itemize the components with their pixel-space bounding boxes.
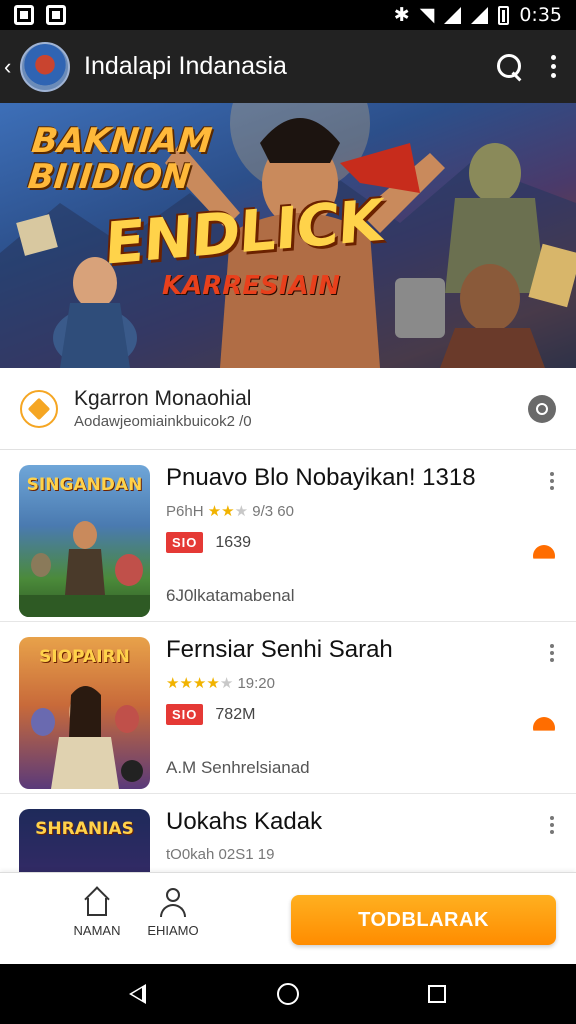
- app-title: Indalapi Indanasia: [84, 52, 287, 80]
- developer-text: Kgarron Monaohial Aodawjeomiainkbuicok2 …: [74, 387, 252, 430]
- list-item[interactable]: SIOPAIRN Fernsiar Senhi Sarah ★★★★★ 19:2…: [0, 622, 576, 794]
- person-icon: [158, 887, 188, 917]
- thumbnail-logo: SHRANIAS: [35, 819, 134, 839]
- item-more-icon[interactable]: [550, 472, 554, 490]
- notification-icon: [46, 5, 66, 25]
- app-bar: ‹ Indalapi Indanasia: [0, 30, 576, 103]
- primary-cta-button[interactable]: TODBLARAK: [291, 895, 556, 945]
- more-vert-icon[interactable]: [550, 55, 556, 78]
- system-home-icon[interactable]: [277, 983, 299, 1005]
- system-back-icon[interactable]: [129, 984, 146, 1004]
- game-title: Pnuavo Blo Nobayikan! 1318: [166, 464, 476, 491]
- item-more-icon[interactable]: [550, 816, 554, 834]
- status-right: ✱ ◥ 0:35: [394, 4, 562, 26]
- rating-label: P6hH: [166, 503, 204, 520]
- game-description: 6J0lkatamabenal: [166, 586, 295, 605]
- star-icon: ★: [221, 503, 235, 520]
- dev-logo-icon: [20, 389, 58, 428]
- game-rating: tO0kah 02S1 19: [166, 846, 274, 863]
- star-icon: ★: [179, 675, 193, 692]
- system-nav-bar: [0, 964, 576, 1024]
- status-badge: SIO: [166, 532, 204, 553]
- back-icon[interactable]: ‹: [4, 54, 18, 80]
- rating-label: tO0kah: [166, 846, 215, 863]
- home-icon: [83, 887, 111, 917]
- rating-value: 02S1 19: [218, 846, 275, 863]
- game-rating: ★★★★★ 19:20: [166, 674, 275, 692]
- game-thumbnail: SINGANDAN: [19, 465, 150, 617]
- game-thumbnail: SIOPAIRN: [19, 637, 150, 789]
- install-indicator-icon[interactable]: [533, 717, 555, 731]
- star-icon: ★: [234, 503, 249, 520]
- banner-tagline: BAKNIAM BIIIDION: [26, 121, 214, 197]
- star-icon: ★: [207, 503, 222, 520]
- tab-profile[interactable]: EHIAMO: [138, 887, 208, 938]
- banner-subtitle: KARRESIAIN: [162, 271, 341, 301]
- system-recents-icon[interactable]: [428, 985, 446, 1003]
- developer-subtitle: Aodawjeomiainkbuicok2 /0: [74, 413, 252, 430]
- app-avatar[interactable]: [20, 41, 70, 92]
- clock: 0:35: [519, 4, 562, 26]
- battery-icon: [498, 5, 510, 25]
- tab-home-label: NAMAN: [73, 923, 121, 938]
- tab-home[interactable]: NAMAN: [62, 887, 132, 938]
- notification-icon: [14, 5, 34, 25]
- game-title: Uokahs Kadak: [166, 808, 323, 835]
- file-size: 782M: [215, 705, 256, 723]
- game-description: A.M Senhrelsianad: [166, 758, 310, 777]
- rating-value: 19:20: [237, 675, 275, 692]
- game-title: Fernsiar Senhi Sarah: [166, 636, 393, 663]
- bluetooth-icon: ✱: [393, 4, 410, 26]
- hero-banner[interactable]: BAKNIAM BIIIDION ENDLICK KARRESIAIN: [0, 103, 576, 368]
- badge-row: SIO 1639: [166, 532, 251, 553]
- star-icon: ★: [206, 675, 220, 692]
- list-item[interactable]: SINGANDAN Pnuavo Blo Nobayikan! 1318 P6h…: [0, 450, 576, 622]
- badge-row: SIO 782M: [166, 704, 255, 725]
- developer-row[interactable]: Kgarron Monaohial Aodawjeomiainkbuicok2 …: [0, 368, 576, 450]
- status-badge: SIO: [166, 704, 204, 725]
- thumbnail-logo: SINGANDAN: [26, 475, 143, 495]
- status-left: [14, 5, 66, 25]
- screen: ✱ ◥ 0:35 ‹ Indalapi Indanasia BAKNIAM BI…: [0, 0, 576, 1024]
- status-bar: ✱ ◥ 0:35: [0, 0, 576, 30]
- game-rating: P6hH ★★★ 9/3 60: [166, 502, 294, 520]
- tab-profile-label: EHIAMO: [147, 923, 199, 938]
- rating-value: 9/3 60: [252, 503, 294, 520]
- install-indicator-icon[interactable]: [533, 545, 555, 559]
- item-more-icon[interactable]: [550, 644, 554, 662]
- search-icon[interactable]: [496, 53, 524, 81]
- bottom-bar: NAMAN EHIAMO TODBLARAK: [0, 872, 576, 964]
- file-size: 1639: [215, 533, 251, 551]
- star-icon: ★: [192, 675, 207, 692]
- thumbnail-logo: SIOPAIRN: [39, 647, 130, 667]
- eye-icon[interactable]: [528, 394, 556, 423]
- developer-name: Kgarron Monaohial: [74, 387, 252, 410]
- star-icon: ★: [219, 675, 234, 692]
- star-icon: ★: [166, 675, 180, 692]
- wifi-icon: ◥: [419, 4, 435, 26]
- signal-icon: [444, 6, 462, 24]
- app-actions: [496, 53, 556, 81]
- signal-icon: [471, 6, 489, 24]
